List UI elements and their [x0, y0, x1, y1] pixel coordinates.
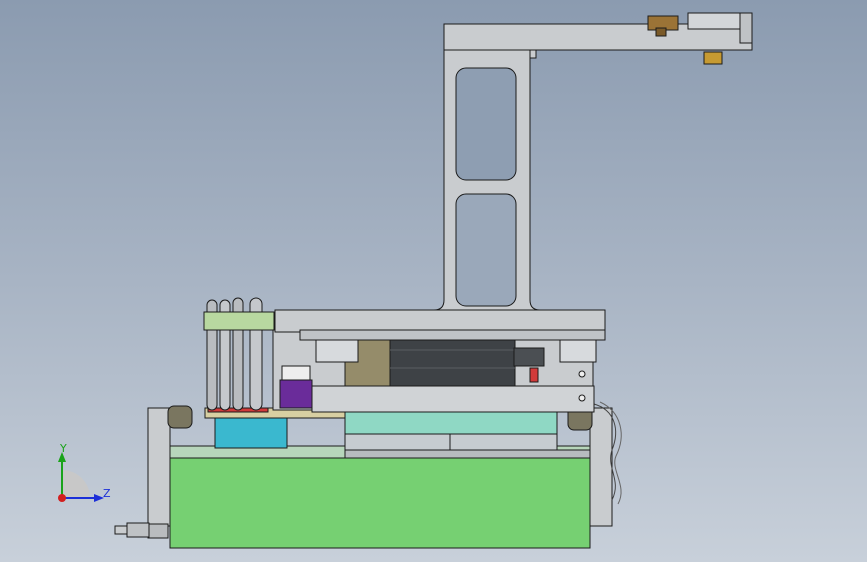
- left-side-bracket: [147, 523, 169, 539]
- bolt-1: [578, 370, 586, 378]
- red-indicator: [529, 367, 539, 383]
- top-plate-lip: [299, 329, 606, 341]
- left-roller: [167, 405, 193, 429]
- left-side-frame[interactable]: [147, 407, 171, 527]
- lower-frame-bar: [311, 385, 595, 413]
- triad-z-label: Z: [103, 487, 111, 500]
- right-side-frame[interactable]: [589, 407, 613, 527]
- linear-rail: [344, 433, 558, 451]
- mint-plate[interactable]: [344, 411, 558, 435]
- arm-pin: [529, 49, 537, 59]
- guide-block-right: [559, 339, 597, 363]
- sensor-block: [513, 347, 545, 367]
- column-window-lower: [455, 193, 517, 307]
- brass-fitting-top-stem: [655, 27, 667, 37]
- triad-y-label: Y: [60, 442, 67, 455]
- cad-viewport[interactable]: Y Z: [0, 0, 867, 562]
- purple-block[interactable]: [279, 379, 313, 409]
- arm-end-clamp: [739, 12, 753, 44]
- white-cap: [281, 365, 311, 381]
- teal-block[interactable]: [214, 417, 288, 449]
- guide-block-left: [315, 339, 359, 363]
- triad-quadrant: [62, 470, 90, 498]
- cad-assembly-side-view[interactable]: [0, 0, 867, 562]
- top-plate[interactable]: [274, 309, 606, 333]
- column-window-upper: [455, 67, 517, 181]
- left-fitting-nut: [126, 522, 150, 538]
- x-axis-dot: [58, 494, 66, 502]
- bolt-2: [578, 394, 586, 402]
- tube-clamp: [203, 311, 275, 331]
- brass-fitting-side[interactable]: [703, 51, 723, 65]
- rail-base: [344, 449, 591, 459]
- base-block[interactable]: [169, 455, 591, 549]
